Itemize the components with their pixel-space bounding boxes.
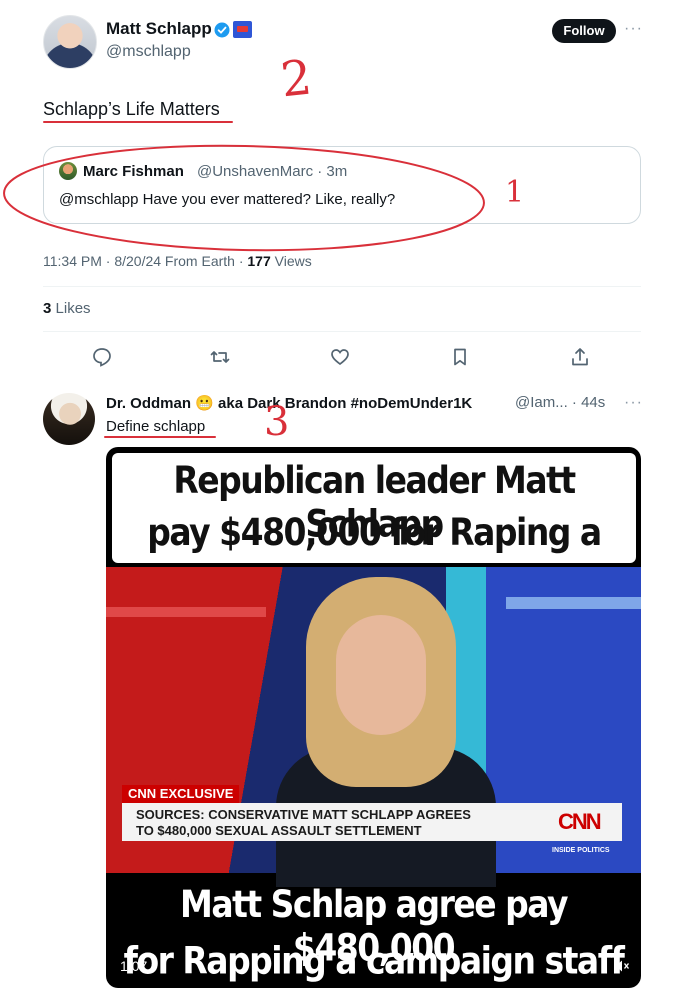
chyron-line1: SOURCES: CONSERVATIVE MATT SCHLAPP AGREE… <box>136 807 471 822</box>
annotation-underline <box>43 121 233 123</box>
views-count: 177 <box>247 253 271 269</box>
reply-text: Define schlapp <box>106 418 206 435</box>
video-caption-top: Republican leader Matt Schlapp pay $480,… <box>112 453 636 598</box>
author-name[interactable]: Matt Schlapp <box>106 19 212 39</box>
likes-summary[interactable]: 3 Likes <box>43 300 91 317</box>
chyron-tag: CNN EXCLUSIVE <box>122 785 240 803</box>
video-caption-bottom-line2: for Rapping a campaign staff <box>123 938 625 983</box>
likes-label: Likes <box>55 300 91 317</box>
tweet-meta: 11:34 PM · 8/20/24 From Earth · 177 View… <box>43 253 312 269</box>
reply-more-options-icon[interactable]: ··· <box>624 394 643 412</box>
tweet-text: Schlapp’s Life Matters <box>43 99 220 119</box>
divider <box>43 331 641 332</box>
likes-count: 3 <box>43 300 52 317</box>
share-icon[interactable] <box>569 346 591 368</box>
author-avatar[interactable] <box>43 15 97 69</box>
mute-icon[interactable] <box>614 959 630 973</box>
like-icon[interactable] <box>329 346 351 368</box>
affiliation-badge-icon <box>233 21 252 38</box>
bookmark-icon[interactable] <box>449 346 471 368</box>
retweet-icon[interactable] <box>209 346 231 368</box>
annotation-circle <box>3 144 485 252</box>
annotation-number-2: 2 <box>278 49 315 109</box>
news-chyron: SOURCES: CONSERVATIVE MATT SCHLAPP AGREE… <box>122 803 622 841</box>
reply-icon[interactable] <box>91 346 113 368</box>
author-handle[interactable]: @mschlapp <box>106 43 191 61</box>
reply-author-avatar[interactable] <box>43 393 95 445</box>
cnn-logo: CNN <box>558 809 602 834</box>
divider <box>43 286 641 287</box>
follow-button[interactable]: Follow <box>552 19 616 43</box>
embedded-video[interactable]: Republican leader Matt Schlapp pay $480,… <box>106 447 641 988</box>
annotation-number-3: 3 <box>264 399 290 445</box>
more-options-icon[interactable]: ··· <box>624 20 643 38</box>
video-duration: 1:07 <box>120 958 148 974</box>
annotation-number-1: 1 <box>505 175 525 210</box>
show-tag: INSIDE POLITICS <box>552 847 610 854</box>
tweet-timestamp[interactable]: 11:34 PM · 8/20/24 From Earth · <box>43 253 244 269</box>
annotation-underline <box>104 436 216 438</box>
chyron-line2: TO $480,000 SEXUAL ASSAULT SETTLEMENT <box>136 823 422 838</box>
views-label: Views <box>274 253 312 269</box>
reply-author-handle[interactable]: @Iam... · 44s <box>515 394 605 411</box>
verified-badge-icon <box>214 22 230 38</box>
